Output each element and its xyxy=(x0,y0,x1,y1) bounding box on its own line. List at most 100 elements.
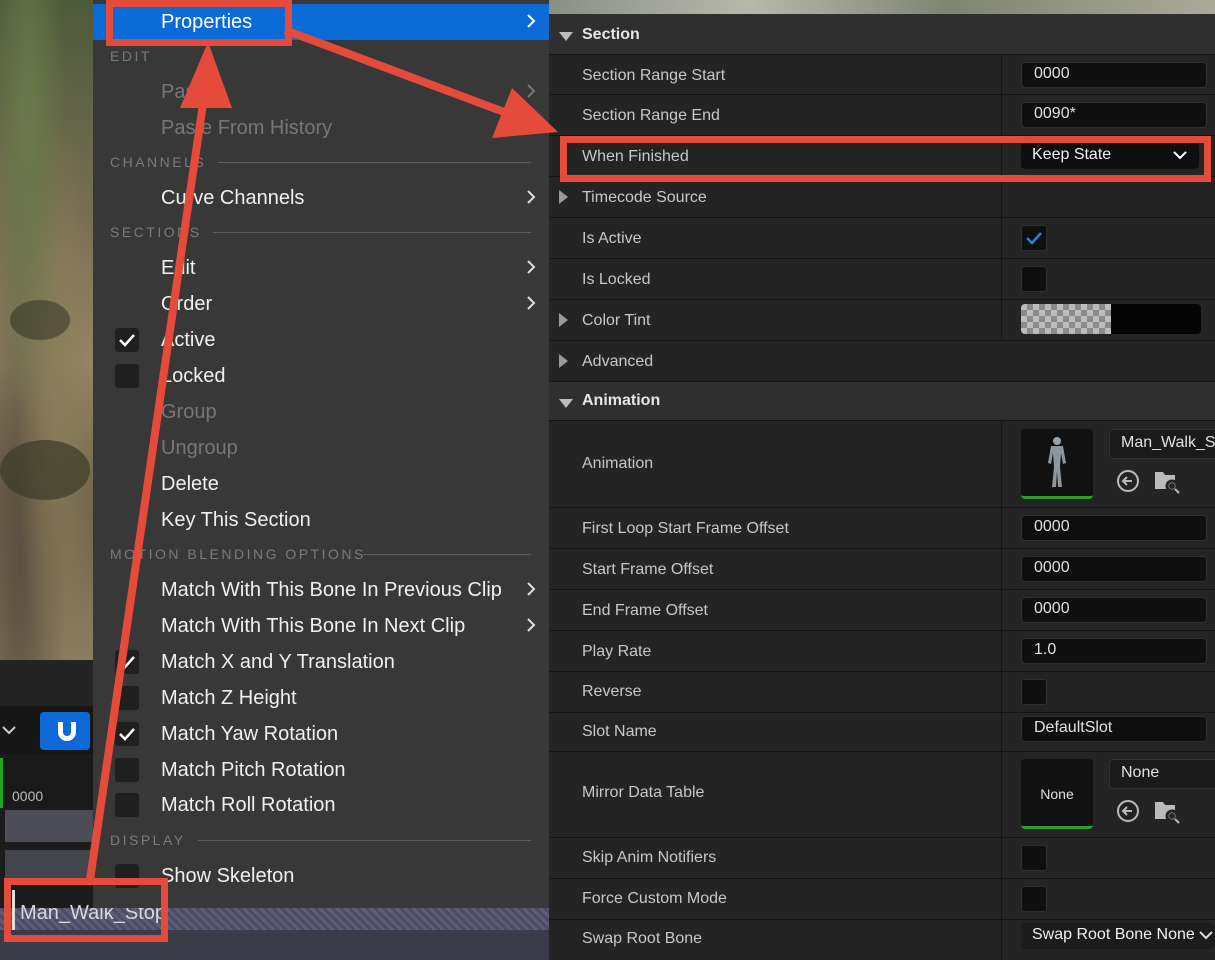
menu-item-label: Edit xyxy=(161,257,196,279)
checkbox-checked[interactable] xyxy=(115,328,139,352)
checkbox-unchecked[interactable] xyxy=(115,364,139,388)
chevron-right-icon xyxy=(525,83,537,104)
menu-item-label: Match Roll Rotation xyxy=(161,794,336,816)
viewport-shadow xyxy=(0,440,90,500)
menu-item-label: Match Z Height xyxy=(161,687,297,709)
menu-header-sections: SECTIONS xyxy=(110,224,202,240)
is-active-checkbox[interactable] xyxy=(1021,225,1047,251)
animation-asset-field[interactable]: Man_Walk_Stop xyxy=(1109,429,1215,459)
range-start-field[interactable]: 0000 xyxy=(1021,62,1207,88)
use-selected-arrow-icon[interactable] xyxy=(1115,798,1141,824)
mirror-table-asset-field[interactable]: None xyxy=(1109,759,1215,789)
column-divider xyxy=(1001,879,1002,919)
column-divider xyxy=(1001,838,1002,878)
track-row[interactable] xyxy=(5,810,95,842)
menu-item-match-next-clip[interactable]: Match With This Bone In Next Clip xyxy=(93,608,549,644)
menu-item-active[interactable]: Active xyxy=(93,322,549,358)
menu-item-group: Group xyxy=(93,394,549,430)
reverse-checkbox[interactable] xyxy=(1021,679,1047,705)
menu-item-label: Key This Section xyxy=(161,509,311,531)
menu-item-curve-channels[interactable]: Curve Channels xyxy=(93,180,549,216)
start-offset-field[interactable]: 0000 xyxy=(1021,556,1207,582)
chevron-right-icon xyxy=(525,259,537,280)
end-offset-field[interactable]: 0000 xyxy=(1021,597,1207,623)
browse-folder-icon[interactable] xyxy=(1153,797,1181,825)
menu-item-match-prev-clip[interactable]: Match With This Bone In Previous Clip xyxy=(93,572,549,608)
menu-item-match-roll[interactable]: Match Roll Rotation xyxy=(93,787,549,823)
column-divider xyxy=(1001,752,1002,837)
play-rate-field[interactable]: 1.0 xyxy=(1021,638,1207,664)
checkbox-unchecked[interactable] xyxy=(115,758,139,782)
first-loop-offset-field[interactable]: 0000 xyxy=(1021,515,1207,541)
property-row-timecode[interactable]: Timecode Source xyxy=(549,177,1215,218)
menu-item-delete[interactable]: Delete xyxy=(93,466,549,502)
animation-thumbnail[interactable] xyxy=(1021,429,1093,499)
column-divider xyxy=(1001,672,1002,712)
swap-root-dropdown[interactable]: Swap Root Bone None xyxy=(1021,923,1215,949)
range-end-field[interactable]: 0090* xyxy=(1021,102,1207,128)
property-label: Skip Anim Notifiers xyxy=(582,849,717,866)
chevron-right-icon xyxy=(525,13,537,34)
property-row-is-active: Is Active xyxy=(549,218,1215,259)
skip-notifiers-checkbox[interactable] xyxy=(1021,845,1047,871)
property-label: Section Range End xyxy=(582,107,720,124)
column-divider xyxy=(1001,421,1002,507)
column-divider xyxy=(1001,259,1002,299)
menu-item-match-xy-translation[interactable]: Match X and Y Translation xyxy=(93,644,549,680)
use-selected-arrow-icon[interactable] xyxy=(1115,468,1141,494)
menu-item-key-this-section[interactable]: Key This Section xyxy=(93,502,549,538)
property-row-reverse: Reverse xyxy=(549,672,1215,713)
property-row-slot-name: Slot Name DefaultSlot xyxy=(549,713,1215,752)
menu-item-label: Match X and Y Translation xyxy=(161,651,395,673)
color-tint-swatch[interactable] xyxy=(1021,304,1201,334)
property-row-end-offset: End Frame Offset 0000 xyxy=(549,590,1215,631)
property-label: Slot Name xyxy=(582,723,657,740)
menu-item-match-yaw[interactable]: Match Yaw Rotation xyxy=(93,716,549,752)
property-row-advanced[interactable]: Advanced xyxy=(549,341,1215,382)
menu-item-label: Match With This Bone In Previous Clip xyxy=(161,579,502,601)
annotation-box-clip xyxy=(4,878,168,942)
checkbox-checked[interactable] xyxy=(115,650,139,674)
property-row-color-tint[interactable]: Color Tint xyxy=(549,300,1215,341)
property-label: Timecode Source xyxy=(582,189,707,206)
property-label: Advanced xyxy=(582,353,654,370)
browse-folder-icon[interactable] xyxy=(1153,467,1181,495)
checkbox-unchecked[interactable] xyxy=(115,686,139,710)
checkbox-checked[interactable] xyxy=(115,722,139,746)
track-row[interactable] xyxy=(5,850,95,880)
chevron-right-icon xyxy=(525,617,537,638)
menu-header-channels: CHANNELS xyxy=(110,154,207,170)
checkbox-unchecked[interactable] xyxy=(115,793,139,817)
property-label: Mirror Data Table xyxy=(582,784,705,801)
menu-item-match-z-height[interactable]: Match Z Height xyxy=(93,680,549,716)
snap-toggle-button[interactable] xyxy=(40,712,90,750)
column-divider xyxy=(1001,508,1002,548)
menu-item-order[interactable]: Order xyxy=(93,286,549,322)
slot-name-field[interactable]: DefaultSlot xyxy=(1021,716,1207,742)
property-label: Section Range Start xyxy=(582,67,726,84)
property-label: Swap Root Bone xyxy=(582,930,703,947)
property-row-mirror-table: Mirror Data Table None None xyxy=(549,752,1215,838)
category-animation[interactable]: Animation xyxy=(549,382,1215,421)
check-icon xyxy=(119,728,135,741)
menu-item-locked[interactable]: Locked xyxy=(93,358,549,394)
menu-item-edit[interactable]: Edit xyxy=(93,250,549,286)
menu-item-label: Paste From History xyxy=(161,117,333,139)
level-viewport[interactable] xyxy=(0,0,95,660)
menu-item-label: Group xyxy=(161,401,217,423)
property-row-play-rate: Play Rate 1.0 xyxy=(549,631,1215,672)
menu-header-display: DISPLAY xyxy=(110,832,186,848)
mirror-table-thumbnail[interactable]: None xyxy=(1021,759,1093,829)
menu-item-label: Curve Channels xyxy=(161,187,305,209)
force-custom-checkbox[interactable] xyxy=(1021,886,1047,912)
menu-item-ungroup: Ungroup xyxy=(93,430,549,466)
chevron-down-icon[interactable] xyxy=(2,722,16,738)
menu-item-match-pitch[interactable]: Match Pitch Rotation xyxy=(93,752,549,788)
dropdown-value: Swap Root Bone None xyxy=(1032,926,1195,943)
category-section[interactable]: Section xyxy=(549,14,1215,55)
triangle-right-icon xyxy=(559,313,569,332)
divider xyxy=(198,840,531,841)
is-locked-checkbox[interactable] xyxy=(1021,266,1047,292)
check-icon xyxy=(119,656,135,669)
property-label: Color Tint xyxy=(582,312,651,329)
